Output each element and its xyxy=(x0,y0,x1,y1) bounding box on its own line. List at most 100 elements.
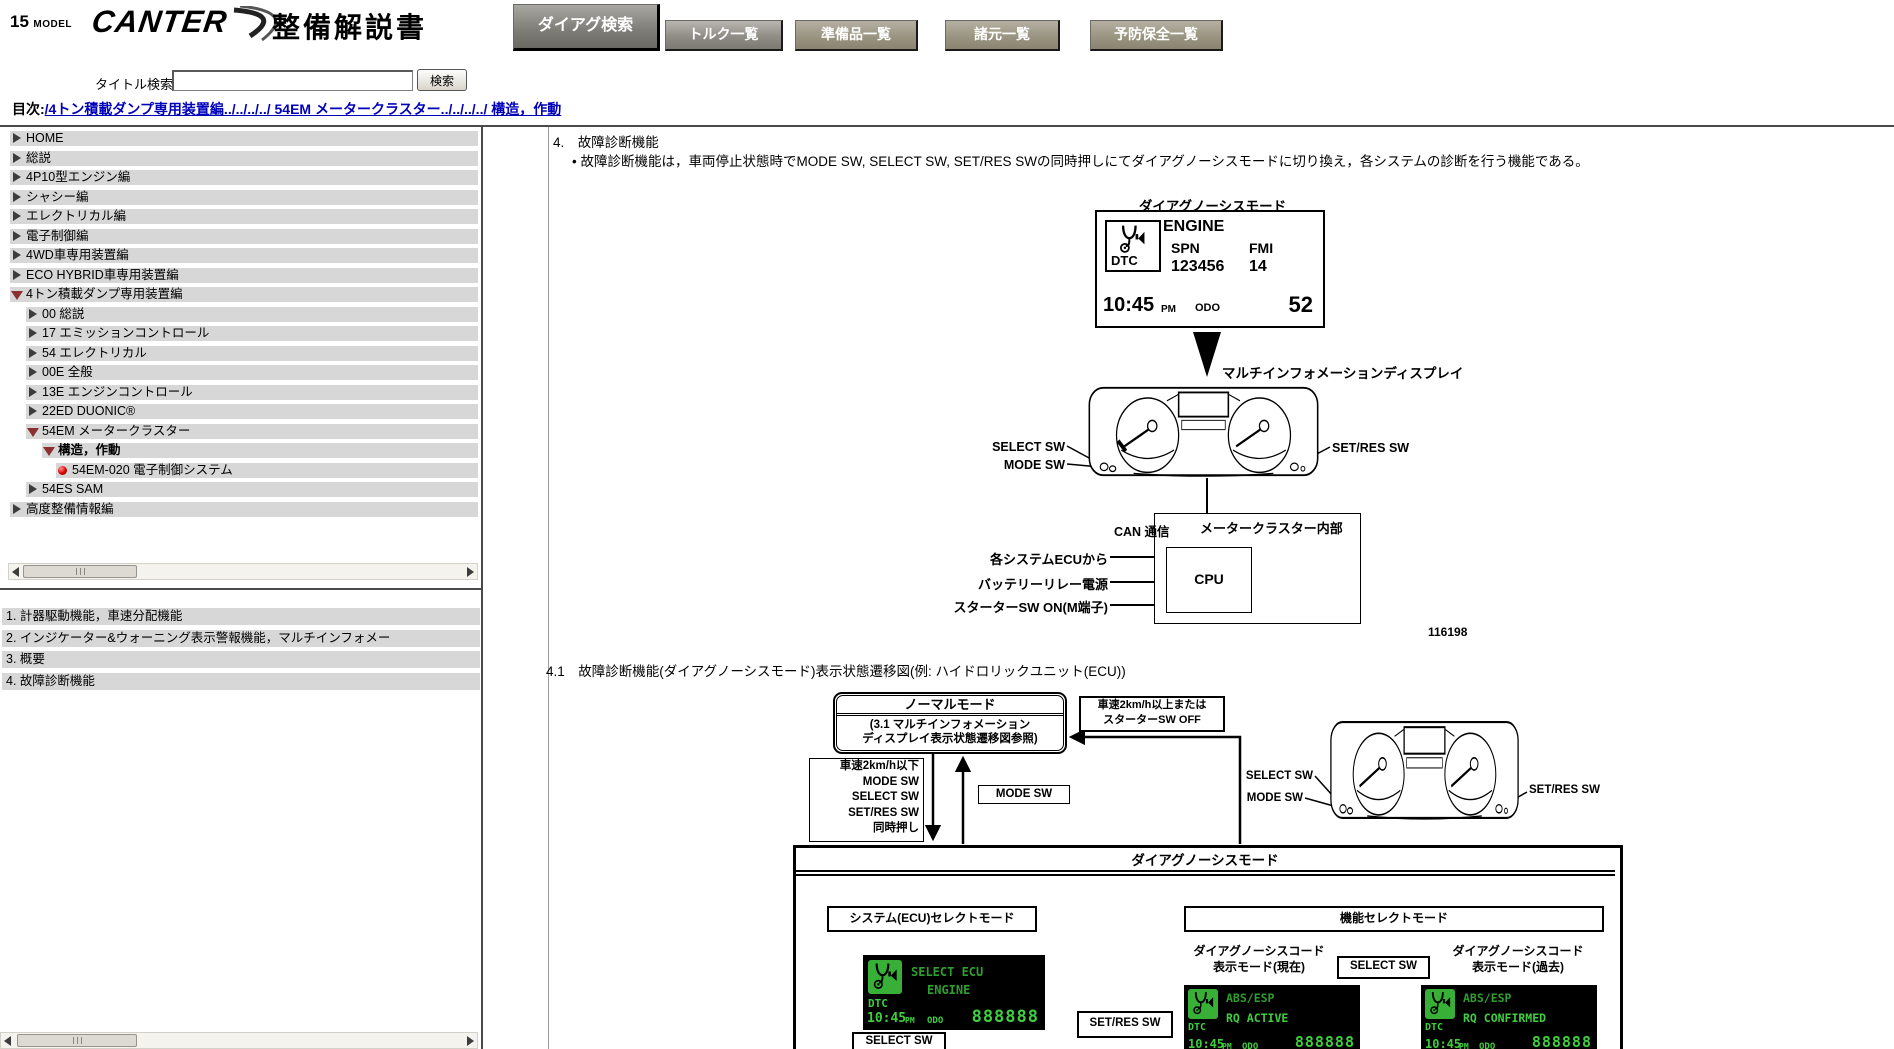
setres-sw-label: SET/RES SW xyxy=(1529,783,1600,798)
tree-item-label: 総説 xyxy=(26,151,51,166)
expanded-arrow-icon[interactable] xyxy=(11,291,23,300)
scroll-right-arrow-icon[interactable] xyxy=(467,1036,474,1046)
scroll-left-arrow-icon[interactable] xyxy=(12,567,19,577)
tree-scrollbar-thumb[interactable] xyxy=(23,565,137,578)
collapsed-arrow-icon[interactable] xyxy=(29,406,37,416)
nav-button-preventive-list[interactable]: 予防保全一覧 xyxy=(1090,20,1223,51)
normal-mode-title: ノーマルモード xyxy=(837,696,1063,716)
select-sw-button-box: SELECT SW xyxy=(852,1032,946,1049)
nav-button-torque-list[interactable]: トルク一覧 xyxy=(665,20,783,51)
mode-sw-label: MODE SW xyxy=(965,458,1065,472)
tree-item[interactable]: 17 エミッションコントロール xyxy=(26,326,478,341)
expanded-arrow-icon[interactable] xyxy=(27,428,39,437)
collapsed-arrow-icon[interactable] xyxy=(13,250,21,260)
tree-item[interactable]: 00 総説 xyxy=(26,307,478,322)
collapsed-arrow-icon[interactable] xyxy=(29,387,37,397)
tree-item[interactable]: 構造，作動 xyxy=(42,443,478,458)
tree-item[interactable]: 13E エンジンコントロール xyxy=(26,385,478,400)
header-rule-2 xyxy=(795,874,1615,876)
collapsed-arrow-icon[interactable] xyxy=(29,484,37,494)
tree-item[interactable]: 総説 xyxy=(10,151,478,166)
collapsed-arrow-icon[interactable] xyxy=(13,192,21,202)
tree-item[interactable]: 54EM-020 電子制御システム xyxy=(56,463,478,478)
tree-horizontal-scrollbar[interactable] xyxy=(8,563,478,580)
app-title: 整備解説書 xyxy=(272,6,427,46)
tree-item[interactable]: 4WD車専用装置編 xyxy=(10,248,478,263)
tree-item-label: 17 エミッションコントロール xyxy=(42,326,209,341)
tree-item-label: エレクトリカル編 xyxy=(26,209,126,224)
search-button[interactable]: 検索 xyxy=(417,69,467,91)
breadcrumb-link[interactable]: /4トン積載ダンプ専用装置編../../../../ 54EM メータークラスタ… xyxy=(45,101,562,117)
tree-item[interactable]: HOME xyxy=(10,131,478,146)
section-bullet: • 故障診断機能は，車両停止状態時でMODE SW, SELECT SW, SE… xyxy=(572,150,1589,170)
collapsed-arrow-icon[interactable] xyxy=(13,231,21,241)
list-horizontal-scrollbar[interactable] xyxy=(0,1032,478,1049)
tree-item[interactable]: 電子制御編 xyxy=(10,229,478,244)
tree-item[interactable]: シャシー編 xyxy=(10,190,478,205)
tree-item-label: 54EM メータークラスター xyxy=(42,424,190,439)
can-label: CAN 通信 xyxy=(1114,526,1154,539)
pointer-label: マルチインフォメーションディスプレイ xyxy=(1222,362,1463,382)
section-list-item[interactable]: 1. 計器駆動機能，車速分配機能 xyxy=(2,608,480,625)
tree-item-label: 4トン積載ダンプ専用装置編 xyxy=(26,287,183,302)
collapsed-arrow-icon[interactable] xyxy=(13,133,21,143)
tree-item-label: 構造，作動 xyxy=(58,443,121,458)
dtc-stethoscope-icon xyxy=(869,961,901,991)
logo-model-text: 15 MODEL xyxy=(10,12,72,32)
tree-item[interactable]: 高度整備情報編 xyxy=(10,502,478,517)
leaf-bullet-icon[interactable] xyxy=(58,466,67,475)
tree-item-label: 00 総説 xyxy=(42,307,84,322)
figure-diagnosis-mode: ダイアグノーシスモード DTC ENGINE SPN FMI 123456 14… xyxy=(950,195,1510,645)
tree-item[interactable]: ECO HYBRID車専用装置編 xyxy=(10,268,478,283)
nav-button-specs-list[interactable]: 諸元一覧 xyxy=(945,20,1060,51)
scroll-right-arrow-icon[interactable] xyxy=(467,567,474,577)
input-battery-label: バッテリーリレー電源 xyxy=(950,574,1108,593)
tree-item[interactable]: 54EM メータークラスター xyxy=(26,424,478,439)
normal-mode-sub2: ディスプレイ表示状態遷移図参照) xyxy=(862,733,1038,745)
list-scrollbar-thumb[interactable] xyxy=(17,1034,137,1047)
sidebar-frame-divider xyxy=(0,588,481,590)
section-list-item[interactable]: 2. インジケーター&ウォーニング表示警報機能，マルチインフォメー xyxy=(2,630,480,647)
figure-state-transition: ノーマルモード (3.1 マルチインフォメーション ディスプレイ表示状態遷移図参… xyxy=(780,688,1640,1049)
title-search-input[interactable] xyxy=(172,70,413,91)
tree-item[interactable]: エレクトリカル編 xyxy=(10,209,478,224)
collapsed-arrow-icon[interactable] xyxy=(29,348,37,358)
fmi-label: FMI xyxy=(1249,240,1273,256)
tree-item-label: 54EM-020 電子制御システム xyxy=(72,463,233,478)
scroll-left-arrow-icon[interactable] xyxy=(4,1036,11,1046)
fmi-value: 14 xyxy=(1249,258,1267,276)
collapsed-arrow-icon[interactable] xyxy=(13,153,21,163)
tree-item[interactable]: 54 エレクトリカル xyxy=(26,346,478,361)
canter-logo: CANTER xyxy=(92,2,292,46)
collapsed-arrow-icon[interactable] xyxy=(13,504,21,514)
tree-item[interactable]: 00E 全般 xyxy=(26,365,478,380)
collapsed-arrow-icon[interactable] xyxy=(29,309,37,319)
nav-button-diag-search[interactable]: ダイアグ検索 xyxy=(513,4,660,51)
collapsed-arrow-icon[interactable] xyxy=(13,211,21,221)
section-list-item[interactable]: 3. 概要 xyxy=(2,651,480,668)
section-heading: 4. 故障診断機能 xyxy=(553,131,659,151)
collapsed-arrow-icon[interactable] xyxy=(29,367,37,377)
dtc-stethoscope-icon xyxy=(1112,223,1152,255)
nav-button-parts-list[interactable]: 準備品一覧 xyxy=(795,20,918,51)
collapsed-arrow-icon[interactable] xyxy=(29,328,37,338)
content-frame-border xyxy=(548,127,549,1049)
expanded-arrow-icon[interactable] xyxy=(43,447,55,456)
tree-item-label: 54ES SAM xyxy=(42,482,103,497)
collapsed-arrow-icon[interactable] xyxy=(13,270,21,280)
tree-item-label: 22ED DUONIC® xyxy=(42,404,135,419)
tree-item-label: 4WD車専用装置編 xyxy=(26,248,129,263)
meter-cluster-drawing-small xyxy=(1329,719,1520,821)
function-select-mode-header: 機能セレクトモード xyxy=(1184,906,1604,932)
section-list-item[interactable]: 4. 故障診断機能 xyxy=(2,673,480,690)
tree-item[interactable]: 54ES SAM xyxy=(26,482,478,497)
tree-item[interactable]: 22ED DUONIC® xyxy=(26,404,478,419)
collapsed-arrow-icon[interactable] xyxy=(13,172,21,182)
tree-item-label: 高度整備情報編 xyxy=(26,502,114,517)
tree-item[interactable]: 4トン積載ダンプ専用装置編 xyxy=(10,287,478,302)
tree-item[interactable]: 4P10型エンジン編 xyxy=(10,170,478,185)
input-ecu-label: 各システムECUから xyxy=(950,549,1108,568)
display-value: 52 xyxy=(1289,292,1313,318)
breadcrumb-label: 目次: xyxy=(12,101,45,117)
tree-item-label: 電子制御編 xyxy=(26,229,89,244)
